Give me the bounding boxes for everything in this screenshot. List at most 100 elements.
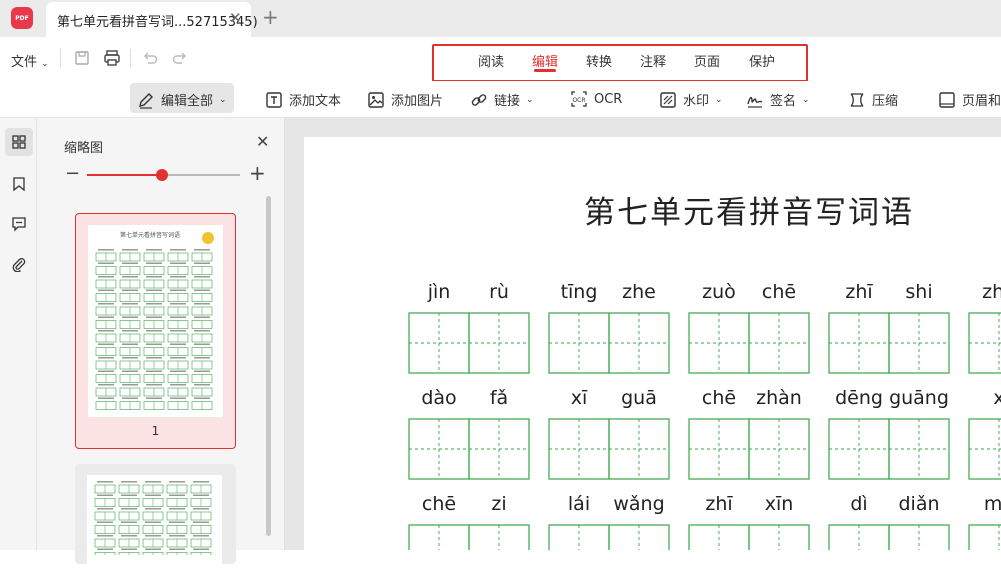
pinyin-label: guāng bbox=[889, 387, 949, 409]
new-tab-icon[interactable]: + bbox=[262, 5, 279, 29]
text-box-icon bbox=[266, 91, 282, 108]
svg-text:OCR: OCR bbox=[572, 97, 585, 104]
pinyin-label: zhe bbox=[982, 281, 1001, 303]
pinyin-label: zhe bbox=[622, 281, 656, 303]
page-thumbnail-1[interactable]: 第七单元看拼音写词语 1 bbox=[75, 213, 236, 449]
writing-grid bbox=[688, 524, 810, 550]
writing-grid bbox=[688, 312, 810, 374]
writing-grid bbox=[828, 418, 950, 480]
compress-tool[interactable]: 压缩 bbox=[848, 90, 898, 109]
sign-label: 签名 bbox=[770, 94, 797, 109]
zoom-in-button[interactable]: + bbox=[249, 161, 266, 185]
chevron-down-icon: ⌄ bbox=[715, 94, 723, 105]
tab-page[interactable]: 页面 bbox=[694, 51, 720, 70]
writing-grid bbox=[408, 418, 530, 480]
add-image-label: 添加图片 bbox=[391, 94, 444, 109]
file-menu-label: 文件 bbox=[11, 55, 38, 70]
pinyin-label: rù bbox=[489, 281, 509, 303]
zoom-slider[interactable] bbox=[87, 169, 240, 181]
active-tab-indicator bbox=[534, 69, 556, 72]
pinyin-label: shi bbox=[905, 281, 933, 303]
tab-convert[interactable]: 转换 bbox=[586, 51, 612, 70]
add-image-tool[interactable]: 添加图片 bbox=[367, 90, 443, 109]
file-menu[interactable]: 文件 ⌄ bbox=[11, 51, 49, 70]
tab-annotate[interactable]: 注释 bbox=[640, 51, 666, 70]
save-icon[interactable] bbox=[72, 48, 92, 68]
pinyin-label: dào bbox=[421, 387, 457, 409]
tab-edit[interactable]: 编辑 bbox=[532, 51, 558, 70]
panel-title: 缩略图 bbox=[64, 141, 104, 156]
pinyin-label: diǎn bbox=[898, 493, 940, 515]
thumbnails-icon[interactable] bbox=[5, 128, 33, 156]
chevron-down-icon: ⌄ bbox=[219, 94, 227, 105]
pinyin-label: dēng bbox=[835, 387, 883, 409]
thumbnail-preview-graphic: 第七单元看拼音写词语 bbox=[95, 231, 214, 410]
close-tab-icon[interactable]: ✕ bbox=[229, 9, 242, 27]
zoom-slider-handle[interactable] bbox=[155, 169, 168, 181]
tab-protect[interactable]: 保护 bbox=[749, 51, 775, 70]
comment-icon[interactable] bbox=[5, 210, 33, 238]
writing-grid bbox=[548, 312, 670, 374]
left-sidebar bbox=[0, 118, 37, 550]
panel-scrollbar[interactable] bbox=[266, 196, 271, 536]
pinyin-label: mó bbox=[983, 493, 1001, 515]
document-tab[interactable]: 第七单元看拼音写词...52715345) ✕ bbox=[46, 2, 258, 37]
document-title: 第七单元看拼音写词语 bbox=[584, 195, 914, 231]
document-viewer[interactable]: 第七单元看拼音写词语 jìn rù tīng zhe zuò chē zhī shi zhe dà… bbox=[285, 118, 1001, 550]
pinyin-label: zuò bbox=[702, 281, 736, 303]
thumbnail-panel: 缩略图 ✕ − + 第七单元看拼音写词语 1 bbox=[37, 118, 285, 575]
flower-icon bbox=[202, 232, 214, 244]
pinyin-label: xīn bbox=[764, 493, 794, 515]
link-tool[interactable]: 链接 ⌄ bbox=[470, 90, 534, 109]
tab-read[interactable]: 阅读 bbox=[478, 51, 504, 70]
pinyin-label: dì bbox=[850, 493, 868, 515]
attachment-icon[interactable] bbox=[5, 250, 33, 278]
writing-grid bbox=[828, 524, 950, 550]
edit-toolbar: 编辑全部 ⌄ 添加文本 添加图片 链接 ⌄ OCR OCR 水印 ⌄ 签名 ⌄ 压缩 页… bbox=[0, 81, 1001, 118]
pinyin-label: zhī bbox=[845, 281, 873, 303]
writing-grid bbox=[408, 524, 530, 550]
pinyin-label: zhī bbox=[705, 493, 733, 515]
pinyin-label: xī bbox=[570, 387, 588, 409]
thumbnail-page-preview bbox=[87, 475, 222, 575]
document-page: 第七单元看拼音写词语 jìn rù tīng zhe zuò chē zhī shi zhe dà… bbox=[304, 137, 1001, 550]
watermark-icon bbox=[660, 91, 676, 108]
ocr-label: OCR bbox=[594, 91, 623, 107]
link-label: 链接 bbox=[494, 94, 521, 109]
ocr-icon: OCR bbox=[571, 91, 587, 107]
writing-grid bbox=[968, 312, 1001, 374]
redo-icon[interactable] bbox=[170, 48, 190, 68]
compress-icon bbox=[850, 92, 864, 107]
header-footer-label: 页眉和 bbox=[962, 94, 1001, 109]
bookmark-icon[interactable] bbox=[5, 170, 33, 198]
pinyin-label: chē bbox=[761, 281, 797, 303]
zoom-slider-fill bbox=[87, 174, 162, 176]
ocr-tool[interactable]: OCR OCR bbox=[570, 90, 622, 108]
writing-grid bbox=[408, 312, 530, 374]
edit-all-tool[interactable]: 编辑全部 ⌄ bbox=[137, 90, 227, 109]
zoom-out-button[interactable]: − bbox=[65, 163, 80, 184]
add-text-tool[interactable]: 添加文本 bbox=[265, 90, 341, 109]
writing-grid bbox=[548, 418, 670, 480]
pinyin-label: chē bbox=[701, 387, 737, 409]
watermark-tool[interactable]: 水印 ⌄ bbox=[659, 90, 723, 109]
pinyin-label: zi bbox=[491, 493, 507, 515]
image-icon bbox=[368, 91, 384, 108]
compress-label: 压缩 bbox=[872, 94, 899, 109]
print-icon[interactable] bbox=[102, 48, 122, 68]
pinyin-label: tīng bbox=[560, 281, 598, 303]
sign-tool[interactable]: 签名 ⌄ bbox=[746, 90, 810, 109]
close-panel-icon[interactable]: ✕ bbox=[256, 132, 269, 151]
writing-grid bbox=[968, 524, 1001, 550]
tab-bar: PDF 第七单元看拼音写词...52715345) ✕ + bbox=[0, 0, 1001, 37]
chevron-down-icon: ⌄ bbox=[802, 94, 810, 105]
header-footer-tool[interactable]: 页眉和 bbox=[938, 90, 1001, 109]
header-footer-icon bbox=[939, 91, 955, 108]
pinyin-label: guā bbox=[621, 387, 657, 409]
divider bbox=[130, 49, 131, 67]
writing-grid bbox=[688, 418, 810, 480]
pinyin-label: x bbox=[993, 387, 1001, 409]
page-thumbnail-2[interactable] bbox=[75, 464, 236, 575]
chevron-down-icon: ⌄ bbox=[41, 59, 49, 69]
undo-icon[interactable] bbox=[140, 48, 160, 68]
